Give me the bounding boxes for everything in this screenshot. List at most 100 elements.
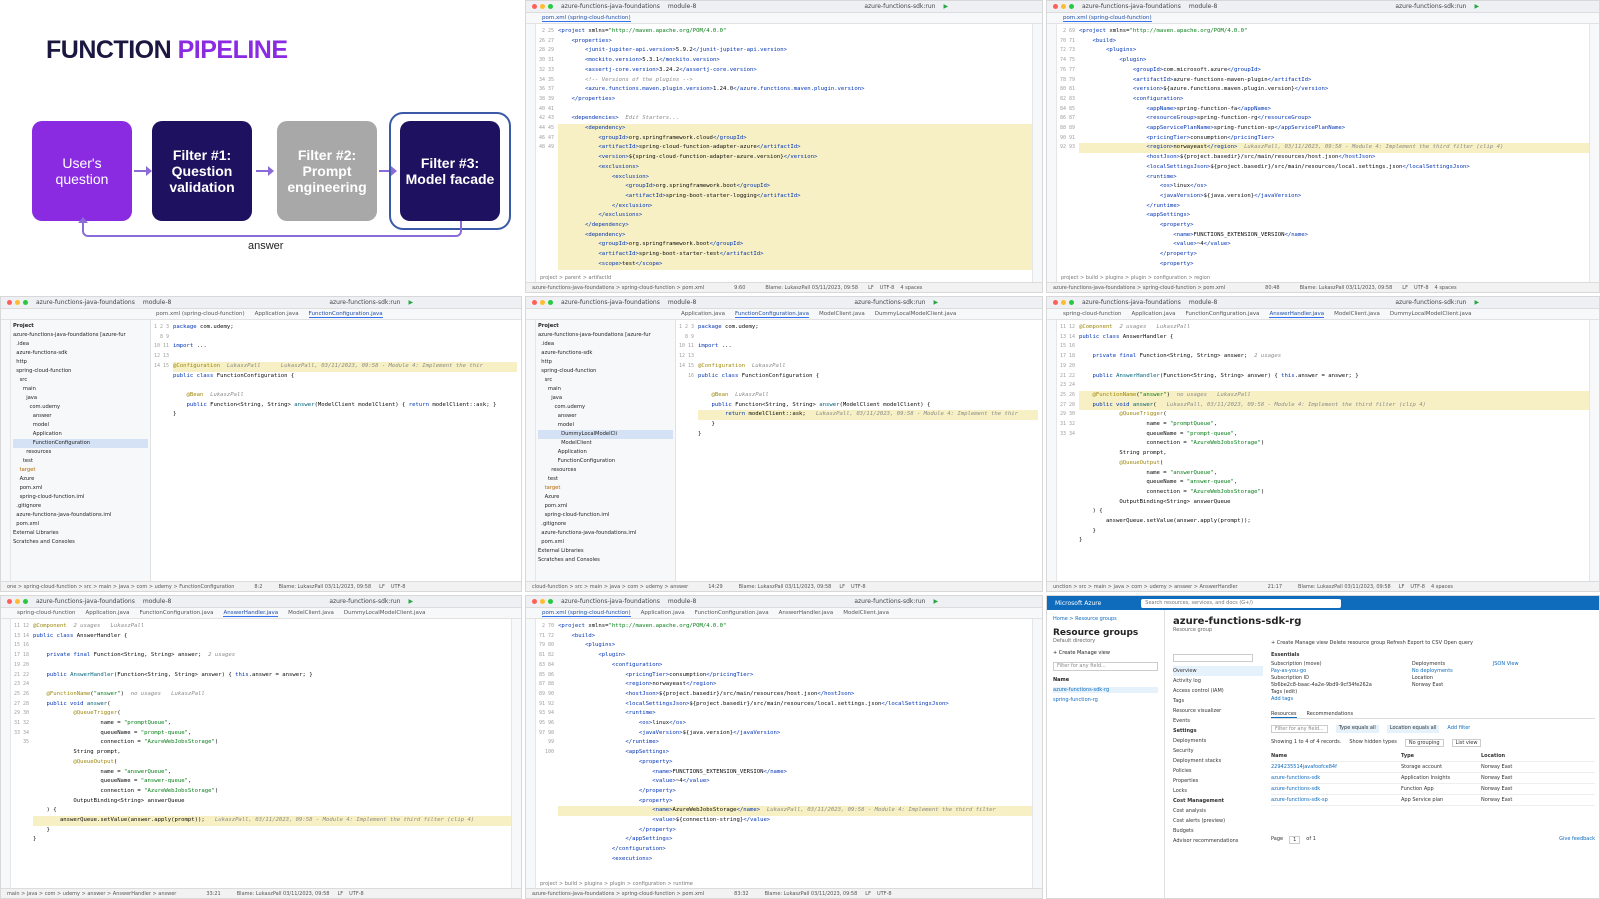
view-select[interactable]: List view <box>1451 739 1482 747</box>
azure-brand[interactable]: Microsoft Azure <box>1055 600 1101 607</box>
status-path[interactable]: main > java > com > udemy > answer > Ans… <box>7 891 176 897</box>
tree-item[interactable]: answer <box>13 413 52 419</box>
run-icon[interactable]: ▶ <box>408 299 413 306</box>
window-controls[interactable] <box>532 599 553 604</box>
encoding[interactable]: UTF-8 <box>877 891 892 897</box>
right-toolstrip[interactable] <box>1589 24 1599 282</box>
branch-selector[interactable]: module-8 <box>1189 3 1217 10</box>
tree-item[interactable]: test <box>13 458 33 464</box>
tree-item[interactable]: pom.xml <box>538 539 564 545</box>
tree-item[interactable]: azure-functions-sdk <box>538 350 592 356</box>
encoding[interactable]: UTF-8 <box>1414 285 1429 291</box>
type-filter-pill[interactable]: Type equals all <box>1335 725 1379 733</box>
nav-item[interactable]: Deployment stacks <box>1173 756 1263 766</box>
nav-item[interactable]: Access control (IAM) <box>1173 686 1263 696</box>
deployments-link[interactable]: No deployments <box>1412 668 1453 675</box>
nav-item[interactable]: Budgets <box>1173 826 1263 836</box>
project-selector[interactable]: azure-functions-java-foundations <box>561 598 660 605</box>
tab-application[interactable]: Application.java <box>85 610 129 616</box>
code-editor[interactable]: <project xmlns="http://maven.apache.org/… <box>558 27 1032 272</box>
branch-selector[interactable]: module-8 <box>668 3 696 10</box>
essentials-header[interactable]: Essentials <box>1271 652 1595 658</box>
run-icon[interactable]: ▶ <box>1474 299 1479 306</box>
breadcrumb[interactable]: project > build > plugins > plugin > con… <box>540 879 1042 888</box>
tree-item[interactable]: FunctionConfiguration <box>538 458 615 464</box>
line-separator[interactable]: LF <box>868 285 874 291</box>
line-separator[interactable]: LF <box>337 891 343 897</box>
tree-item[interactable]: ModelClient <box>538 440 592 446</box>
project-selector[interactable]: azure-functions-java-foundations <box>1082 3 1181 10</box>
tree-item[interactable]: com.udemy <box>538 404 585 410</box>
nav-item[interactable]: Tags <box>1173 696 1263 706</box>
line-separator[interactable]: LF <box>865 891 871 897</box>
window-controls[interactable] <box>1053 300 1074 305</box>
tree-item[interactable]: External Libraries <box>538 548 584 554</box>
tab-model-client[interactable]: ModelClient.java <box>819 311 865 317</box>
window-controls[interactable] <box>1053 4 1074 9</box>
code-editor[interactable]: @Component 2 usages LukaszPall public cl… <box>33 622 511 878</box>
tab-pom[interactable]: pom.xml (spring-cloud-function) <box>156 311 245 317</box>
run-config-selector[interactable]: azure-functions-sdk:run <box>1395 299 1466 306</box>
tree-item[interactable]: Application <box>13 431 62 437</box>
left-toolstrip[interactable] <box>1 619 11 888</box>
grouping-select[interactable]: No grouping <box>1404 739 1444 747</box>
indent[interactable]: 4 spaces <box>1435 285 1457 291</box>
tree-item[interactable]: azure-functions-java-foundations [azure-… <box>538 332 651 338</box>
indent[interactable]: 4 spaces <box>900 285 922 291</box>
tab-resources[interactable]: Resources <box>1271 711 1297 718</box>
right-toolstrip[interactable] <box>511 619 521 888</box>
col-name[interactable]: Name <box>1271 753 1391 759</box>
name-column-header[interactable]: Name <box>1053 677 1158 683</box>
tab-application[interactable]: Application.java <box>681 311 725 317</box>
project-selector[interactable]: azure-functions-java-foundations <box>561 299 660 306</box>
tree-item[interactable]: External Libraries <box>13 530 59 536</box>
run-config-selector[interactable]: azure-functions-sdk:run <box>1395 3 1466 10</box>
tree-item[interactable]: Azure <box>13 476 35 482</box>
tab-answer-handler[interactable]: AnswerHandler.java <box>779 610 834 616</box>
table-row[interactable]: 2294235514javafoofce84f Storage account No… <box>1271 762 1595 773</box>
project-selector[interactable]: azure-functions-java-foundations <box>561 3 660 10</box>
status-path[interactable]: azure-functions-java-foundations > sprin… <box>532 285 704 291</box>
breadcrumb[interactable]: Home > Resource groups <box>1053 616 1158 622</box>
table-row[interactable]: azure-functions-sdk-sp App Service plan No… <box>1271 795 1595 806</box>
caret-position[interactable]: 80:48 <box>1265 285 1279 291</box>
resource-groups-filter[interactable]: Filter for any field... <box>1053 662 1158 671</box>
resource-group-item[interactable]: spring-function-rg <box>1053 697 1158 703</box>
resource-name[interactable]: azure-functions-sdk-sp <box>1271 797 1391 803</box>
tree-item[interactable]: spring-cloud-function.iml <box>538 512 610 518</box>
branch-selector[interactable]: module-8 <box>668 598 696 605</box>
encoding[interactable]: UTF-8 <box>880 285 895 291</box>
json-view-link[interactable]: JSON View <box>1493 661 1519 703</box>
tab-dummy-model-client[interactable]: DummyLocalModelClient.java <box>1390 311 1472 317</box>
window-controls[interactable] <box>7 599 28 604</box>
nav-item[interactable]: Activity log <box>1173 676 1263 686</box>
page-select[interactable]: 1 <box>1289 836 1301 844</box>
run-config-selector[interactable]: azure-functions-sdk:run <box>864 3 935 10</box>
azure-search-input[interactable]: Search resources, services, and docs (G+… <box>1141 598 1342 608</box>
tree-item[interactable]: java <box>538 395 562 401</box>
breadcrumb[interactable]: project > parent > artifactId <box>540 273 1042 282</box>
branch-selector[interactable]: module-8 <box>1189 299 1217 306</box>
left-toolstrip[interactable] <box>526 24 536 282</box>
nav-item[interactable]: Properties <box>1173 776 1263 786</box>
tree-item[interactable]: Application <box>538 449 587 455</box>
add-tags-link[interactable]: Add tags <box>1271 696 1372 703</box>
nav-item[interactable]: Deployments <box>1173 736 1263 746</box>
branch-selector[interactable]: module-8 <box>143 598 171 605</box>
line-separator[interactable]: LF <box>1399 584 1405 590</box>
tab-function-configuration[interactable]: FunctionConfiguration.java <box>735 311 809 318</box>
nav-item[interactable]: Resource visualizer <box>1173 706 1263 716</box>
tree-item[interactable]: Scratches and Consoles <box>538 557 600 563</box>
tab-project[interactable]: spring-cloud-function <box>1063 311 1121 317</box>
tab-model-client[interactable]: ModelClient.java <box>1334 311 1380 317</box>
window-controls[interactable] <box>532 300 553 305</box>
window-controls[interactable] <box>7 300 28 305</box>
run-icon[interactable]: ▶ <box>933 299 938 306</box>
nav-item[interactable]: Events <box>1173 716 1263 726</box>
encoding[interactable]: UTF-8 <box>349 891 364 897</box>
left-toolstrip[interactable] <box>526 619 536 888</box>
run-icon[interactable]: ▶ <box>943 3 948 10</box>
run-icon[interactable]: ▶ <box>1474 3 1479 10</box>
feedback-link[interactable]: Give feedback <box>1559 836 1595 844</box>
branch-selector[interactable]: module-8 <box>668 299 696 306</box>
